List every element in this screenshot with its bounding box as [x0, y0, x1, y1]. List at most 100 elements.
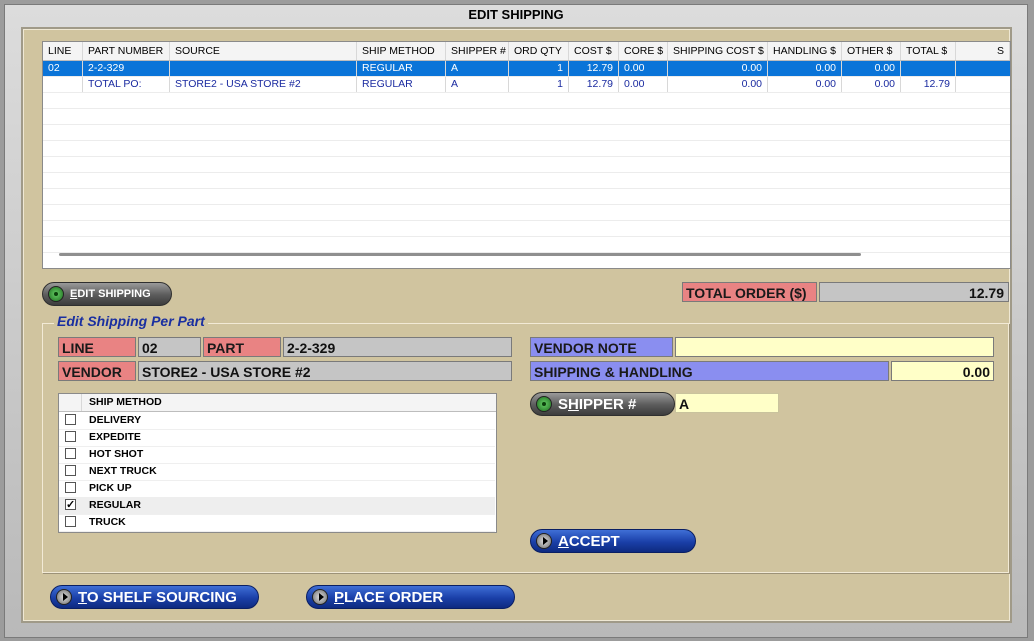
- line-label: LINE: [58, 337, 136, 357]
- place-order-button[interactable]: PLACE ORDER: [306, 585, 515, 609]
- checkbox-column-header: [59, 394, 82, 411]
- vendor-label: VENDOR: [58, 361, 136, 381]
- checkbox[interactable]: [65, 448, 76, 459]
- list-item-label: NEXT TRUCK: [89, 465, 157, 477]
- list-item[interactable]: NEXT TRUCK: [59, 463, 495, 481]
- vendor-note-input[interactable]: [675, 337, 994, 357]
- col-cost[interactable]: COST $: [569, 42, 619, 60]
- table-row[interactable]: 02 2-2-329 REGULAR A 1 12.79 0.00 0.00 0…: [43, 61, 1010, 77]
- shipping-grid[interactable]: LINE PART NUMBER SOURCE SHIP METHOD SHIP…: [42, 41, 1011, 269]
- shipping-handling-input[interactable]: 0.00: [891, 361, 994, 381]
- accept-button[interactable]: ACCEPT: [530, 529, 696, 553]
- shipper-button[interactable]: SHIPPER #: [530, 392, 675, 416]
- col-core[interactable]: CORE $: [619, 42, 668, 60]
- accept-label: ACCEPT: [558, 533, 620, 550]
- cell-core: 0.00: [619, 77, 668, 92]
- checkbox[interactable]: [65, 431, 76, 442]
- shipper-input[interactable]: A: [675, 393, 779, 413]
- to-shelf-sourcing-label: TO SHELF SOURCING: [78, 589, 237, 606]
- ship-method-header: SHIP METHOD: [59, 394, 496, 412]
- line-value: 02: [138, 337, 201, 357]
- accept-rest: CCEPT: [568, 532, 620, 550]
- col-part-number[interactable]: PART NUMBER: [83, 42, 170, 60]
- ship-method-list[interactable]: SHIP METHOD DELIVERY EXPEDITE HOT SHOT N…: [58, 393, 497, 533]
- accept-key: A: [558, 532, 569, 550]
- main-panel: LINE PART NUMBER SOURCE SHIP METHOD SHIP…: [21, 27, 1012, 623]
- edit-shipping-button[interactable]: EDIT SHIPPING: [42, 282, 172, 306]
- col-s[interactable]: S: [956, 42, 1010, 60]
- cell-part-number: 2-2-329: [83, 61, 170, 76]
- list-item-label: TRUCK: [89, 516, 126, 528]
- group-title: Edit Shipping Per Part: [54, 313, 208, 329]
- cell-ord-qty: 1: [509, 61, 569, 76]
- window-frame: EDIT SHIPPING LINE PART NUMBER SOURCE SH…: [4, 4, 1028, 638]
- vendor-note-label: VENDOR NOTE: [530, 337, 673, 357]
- shipper-label: SHIPPER #: [558, 396, 636, 413]
- play-icon: [536, 533, 552, 549]
- table-row-empty: [43, 189, 1010, 205]
- table-row-empty: [43, 125, 1010, 141]
- place-order-rest: LACE ORDER: [344, 588, 444, 606]
- col-ship-method[interactable]: SHIP METHOD: [357, 42, 446, 60]
- cell-ship-method: REGULAR: [357, 77, 446, 92]
- cell-cost: 12.79: [569, 77, 619, 92]
- edit-shipping-label: EDIT SHIPPING: [70, 288, 151, 300]
- to-shelf-sourcing-button[interactable]: TO SHELF SOURCING: [50, 585, 259, 609]
- col-handling[interactable]: HANDLING $: [768, 42, 842, 60]
- col-total[interactable]: TOTAL $: [901, 42, 956, 60]
- grid-horizontal-scrollbar[interactable]: [59, 253, 861, 256]
- checkbox[interactable]: [65, 465, 76, 476]
- list-item[interactable]: HOT SHOT: [59, 446, 495, 464]
- place-order-key: P: [334, 588, 345, 606]
- cell-handling: 0.00: [768, 61, 842, 76]
- list-item[interactable]: TRUCK: [59, 514, 495, 532]
- shelf-key: T: [78, 588, 87, 606]
- cell-ship-method: REGULAR: [357, 61, 446, 76]
- shipper-key: H: [568, 395, 579, 413]
- col-other[interactable]: OTHER $: [842, 42, 901, 60]
- col-shipping-cost[interactable]: SHIPPING COST $: [668, 42, 768, 60]
- green-dot-icon: [536, 396, 552, 412]
- table-row-empty: [43, 93, 1010, 109]
- table-row[interactable]: TOTAL PO: STORE2 - USA STORE #2 REGULAR …: [43, 77, 1010, 93]
- shipper-pre: S: [558, 395, 569, 413]
- cell-ord-qty: 1: [509, 77, 569, 92]
- cell-other: 0.00: [842, 77, 901, 92]
- play-icon: [56, 589, 72, 605]
- place-order-label: PLACE ORDER: [334, 589, 443, 606]
- list-item[interactable]: EXPEDITE: [59, 429, 495, 447]
- cell-part-number: TOTAL PO:: [83, 77, 170, 92]
- cell-shipping-cost: 0.00: [668, 61, 768, 76]
- cell-line: [43, 77, 83, 92]
- table-row-empty: [43, 221, 1010, 237]
- checkbox-checked[interactable]: ✓: [65, 499, 76, 511]
- checkbox[interactable]: [65, 414, 76, 425]
- grid-header: LINE PART NUMBER SOURCE SHIP METHOD SHIP…: [43, 42, 1010, 61]
- col-ord-qty[interactable]: ORD QTY: [509, 42, 569, 60]
- table-row-empty: [43, 173, 1010, 189]
- green-dot-icon: [48, 286, 64, 302]
- list-item[interactable]: DELIVERY: [59, 412, 495, 430]
- cell-core: 0.00: [619, 61, 668, 76]
- part-label: PART: [203, 337, 281, 357]
- shelf-rest: O SHELF SOURCING: [86, 588, 237, 606]
- col-line[interactable]: LINE: [43, 42, 83, 60]
- cell-shipper: A: [446, 77, 509, 92]
- cell-cost: 12.79: [569, 61, 619, 76]
- part-value: 2-2-329: [283, 337, 512, 357]
- cell-shipping-cost: 0.00: [668, 77, 768, 92]
- cell-line: 02: [43, 61, 83, 76]
- checkbox[interactable]: [65, 516, 76, 527]
- col-shipper[interactable]: SHIPPER #: [446, 42, 509, 60]
- list-item[interactable]: ✓ REGULAR: [59, 497, 495, 515]
- list-item[interactable]: PICK UP: [59, 480, 495, 498]
- list-item-label: DELIVERY: [89, 414, 142, 426]
- vendor-value: STORE2 - USA STORE #2: [138, 361, 512, 381]
- cell-other: 0.00: [842, 61, 901, 76]
- list-item-label: REGULAR: [89, 499, 141, 511]
- col-source[interactable]: SOURCE: [170, 42, 357, 60]
- table-row-empty: [43, 237, 1010, 253]
- checkbox[interactable]: [65, 482, 76, 493]
- cell-total: [901, 61, 956, 76]
- list-item-label: HOT SHOT: [89, 448, 144, 460]
